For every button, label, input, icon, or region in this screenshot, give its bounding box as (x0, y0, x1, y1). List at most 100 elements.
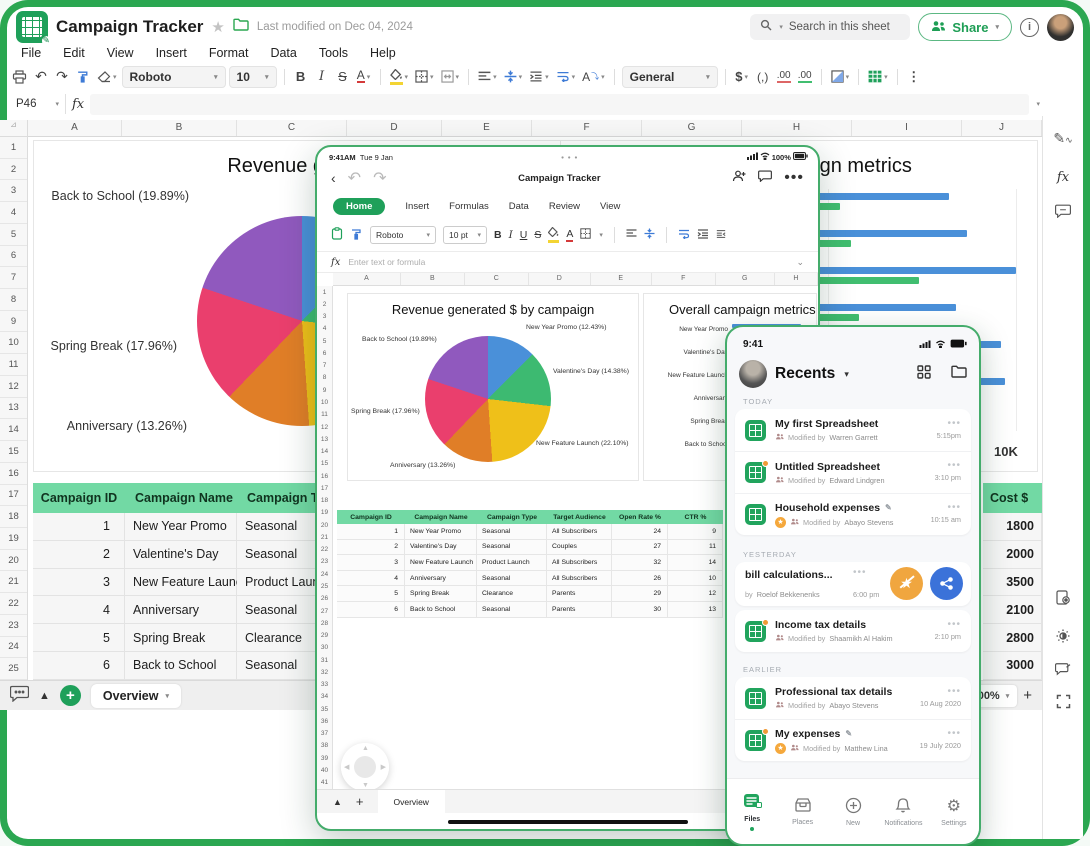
row-header-20[interactable]: 20 (0, 550, 27, 572)
table-cell[interactable]: New Year Promo (405, 524, 477, 540)
nav-settings[interactable]: ⚙ Settings (929, 779, 979, 844)
draw-icon[interactable]: ✎∿ (1043, 130, 1083, 147)
kebab-icon[interactable]: ••• (947, 463, 961, 469)
row-header-36[interactable]: 36 (317, 715, 332, 727)
search-input[interactable]: ▾ Search in this sheet (750, 14, 910, 40)
list-item[interactable]: My expenses✎ ★Modified byMatthew Lina ••… (735, 719, 971, 761)
kebab-icon[interactable]: ••• (947, 505, 961, 511)
fill-color-icon[interactable] (548, 227, 559, 243)
cost-cell[interactable]: 2800 (983, 624, 1042, 652)
row-header-25[interactable]: 25 (0, 658, 27, 680)
column-headers[interactable]: ABCDEFGHIJ (28, 120, 1042, 137)
table-cell[interactable]: 1 (33, 513, 125, 541)
table-cell[interactable]: 5 (337, 586, 405, 602)
table-cell[interactable]: 10 (668, 571, 723, 587)
row-header-7[interactable]: 7 (317, 360, 332, 372)
paste-icon[interactable] (331, 227, 343, 243)
increase-decimal-icon[interactable]: .00 (796, 66, 814, 88)
cost-cell[interactable]: 2000 (983, 541, 1042, 569)
row-header-19[interactable]: 19 (0, 528, 27, 550)
bold-icon[interactable]: B (292, 66, 310, 88)
format-paint-icon[interactable] (350, 228, 363, 243)
comments-icon[interactable] (10, 685, 29, 707)
tablet-pie-chart[interactable] (425, 336, 551, 462)
menu-file[interactable]: File (10, 44, 52, 64)
cost-cell[interactable]: 3000 (983, 652, 1042, 680)
tablet-formula-input[interactable]: Enter text or formula (348, 257, 787, 267)
table-cell[interactable]: Parents (547, 586, 612, 602)
underline-icon[interactable]: U (520, 229, 528, 241)
row-header-23[interactable]: 23 (317, 556, 332, 568)
row-header-13[interactable]: 13 (317, 433, 332, 445)
table-cell[interactable]: Clearance (477, 586, 547, 602)
indent-icon[interactable] (697, 229, 709, 242)
row-header-37[interactable]: 37 (317, 728, 332, 740)
formula-caret-icon[interactable]: ⌄ (796, 257, 804, 268)
format-paint-icon[interactable] (74, 66, 92, 88)
column-header-F[interactable]: F (532, 120, 642, 136)
merge-cells-icon[interactable]: ▾ (439, 66, 462, 88)
sheet-tab-overview[interactable]: Overview▾ (91, 684, 181, 708)
wrap-text-icon[interactable]: ▾ (554, 66, 578, 88)
eraser-icon[interactable]: ▾ (95, 66, 119, 88)
row-header-8[interactable]: 8 (0, 289, 27, 311)
row-header-17[interactable]: 17 (0, 485, 27, 507)
row-header-16[interactable]: 16 (317, 470, 332, 482)
row-header-2[interactable]: 2 (317, 298, 332, 310)
decrease-decimal-icon[interactable]: .00 (775, 66, 793, 88)
undo-icon[interactable]: ↶ (32, 66, 50, 88)
nav-new[interactable]: New (828, 779, 878, 844)
table-cell[interactable]: Spring Break (405, 586, 477, 602)
more-icon[interactable]: ⋮ (905, 66, 923, 88)
table-cell[interactable]: Seasonal (477, 602, 547, 618)
menu-format[interactable]: Format (198, 44, 260, 64)
row-header-16[interactable]: 16 (0, 463, 27, 485)
table-cell[interactable]: Seasonal (477, 524, 547, 540)
row-header-40[interactable]: 40 (317, 764, 332, 776)
column-header-C[interactable]: C (465, 273, 529, 285)
expand-icon[interactable] (1043, 694, 1083, 712)
row-header-35[interactable]: 35 (317, 703, 332, 715)
kebab-icon[interactable]: ••• (947, 731, 961, 737)
table-cell[interactable]: 1 (337, 524, 405, 540)
list-item-swiped[interactable]: bill calculations... ••• byRoelof Bekken… (735, 562, 971, 606)
row-header-9[interactable]: 9 (317, 384, 332, 396)
table-cell[interactable]: 9 (668, 524, 723, 540)
text-color-icon[interactable]: A (566, 229, 573, 242)
row-header-9[interactable]: 9 (0, 311, 27, 333)
zoom-in-button[interactable]: + (1023, 687, 1032, 704)
fill-color-icon[interactable]: ▾ (388, 66, 411, 88)
row-header-34[interactable]: 34 (317, 691, 332, 703)
cost-cell[interactable]: 3500 (983, 569, 1042, 597)
table-cell[interactable]: Back to School (405, 602, 477, 618)
borders-icon[interactable] (580, 228, 591, 242)
row-header-15[interactable]: 15 (0, 441, 27, 463)
table-cell[interactable]: Spring Break (125, 624, 237, 652)
tablet-sheet-tab-overview[interactable]: Overview (378, 790, 445, 814)
row-header-10[interactable]: 10 (317, 396, 332, 408)
column-header-C[interactable]: C (237, 120, 347, 136)
row-header-6[interactable]: 6 (0, 246, 27, 268)
table-cell[interactable]: 12 (668, 586, 723, 602)
folder-icon[interactable] (951, 365, 967, 383)
table-cell[interactable]: All Subscribers (547, 555, 612, 571)
recents-caret-icon[interactable]: ▾ (844, 369, 849, 380)
select-all-corner[interactable]: ⊿ (0, 120, 28, 137)
nav-places[interactable]: Places (777, 779, 827, 844)
row-header-26[interactable]: 26 (317, 593, 332, 605)
column-header-E[interactable]: E (442, 120, 532, 136)
align-icon[interactable]: ▾ (476, 66, 499, 88)
add-collaborator-icon[interactable] (732, 169, 746, 187)
ribbon-tab-view[interactable]: View (600, 201, 620, 212)
unstar-action-button[interactable]: ★ (890, 567, 923, 600)
more-icon[interactable]: ••• (784, 169, 804, 187)
row-header-22[interactable]: 22 (317, 544, 332, 556)
table-cell[interactable]: Product Launch (477, 555, 547, 571)
table-cell[interactable]: New Year Promo (125, 513, 237, 541)
number-format-select[interactable]: General▾ (622, 66, 718, 88)
table-cell[interactable]: 27 (612, 540, 668, 556)
ribbon-tab-review[interactable]: Review (549, 201, 580, 212)
user-avatar[interactable] (1047, 14, 1074, 41)
table-cell[interactable]: 30 (612, 602, 668, 618)
row-header-25[interactable]: 25 (317, 580, 332, 592)
